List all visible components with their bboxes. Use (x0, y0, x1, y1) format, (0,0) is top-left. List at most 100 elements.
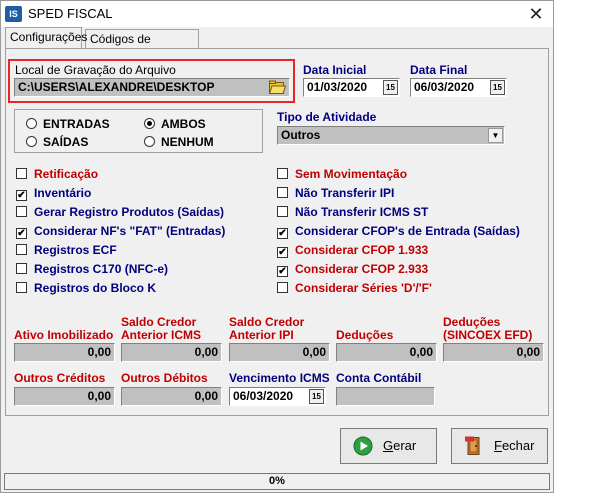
end-date-calendar-icon[interactable]: 15 (490, 80, 505, 95)
radio-ambos[interactable]: AMBOS (144, 117, 206, 131)
checkbox-left-4[interactable]: Registros ECF (16, 243, 117, 257)
checkbox-left-3[interactable]: ✔ Considerar NF's "FAT" (Entradas) (16, 224, 225, 239)
generate-button[interactable]: Gerar (340, 428, 437, 464)
checkbox-box (16, 244, 27, 255)
value-text: 0,00 (409, 345, 433, 359)
progress-text: 0% (269, 475, 285, 487)
checkbox-label: Inventário (34, 186, 92, 200)
checkbox-label: Registros do Bloco K (34, 281, 157, 295)
app-icon: IS (5, 6, 22, 22)
radio-saidas[interactable]: SAÍDAS (26, 135, 88, 149)
other-debits-input[interactable]: 0,00 (121, 387, 222, 406)
checkbox-right-4[interactable]: ✔ Considerar CFOP 1.933 (277, 243, 428, 258)
radio-entradas[interactable]: ENTRADAS (26, 117, 110, 131)
other-credits-value: 0,00 (87, 389, 111, 403)
radio-entradas-label: ENTRADAS (43, 117, 110, 131)
checkbox-label: Registros ECF (34, 243, 117, 257)
value-label-line2: Anterior IPI (229, 328, 294, 342)
value-input-0[interactable]: 0,00 (14, 343, 115, 362)
checkbox-box (277, 187, 288, 198)
file-location-label: Local de Gravação do Arquivo (15, 63, 176, 77)
checkbox-left-0[interactable]: Retificação (16, 167, 98, 181)
checkbox-left-5[interactable]: Registros C170 (NFC-e) (16, 262, 168, 276)
radio-ambos-label: AMBOS (161, 117, 206, 131)
file-location-value: C:\USERS\ALEXANDRE\DESKTOP (18, 80, 215, 94)
chevron-down-icon[interactable]: ▼ (488, 128, 503, 143)
checkbox-right-2[interactable]: Não Transferir ICMS ST (277, 205, 428, 219)
checkbox-box (277, 206, 288, 217)
tab-codigos-apuracao[interactable]: Códigos de Apuração (85, 29, 199, 64)
value-label-line2: Ativo Imobilizado (14, 328, 114, 342)
checkbox-right-1[interactable]: Não Transferir IPI (277, 186, 394, 200)
checkbox-label: Não Transferir ICMS ST (295, 205, 429, 219)
account-input[interactable] (336, 387, 435, 406)
value-label-line2: Anterior ICMS (121, 328, 202, 342)
check-mark-icon: ✔ (277, 247, 288, 258)
checkbox-right-0[interactable]: Sem Movimentação (277, 167, 407, 181)
end-date-label: Data Final (410, 63, 468, 77)
close-button-label: Fechar (494, 438, 534, 453)
title-bar: IS SPED FISCAL ✕ (1, 1, 553, 27)
generate-rest: erar (393, 438, 417, 453)
checkbox-label: Sem Movimentação (295, 167, 408, 181)
checkbox-box (16, 263, 27, 274)
checkbox-box (277, 282, 288, 293)
checkbox-right-3[interactable]: ✔ Considerar CFOP's de Entrada (Saídas) (277, 224, 520, 239)
icms-due-label: Vencimento ICMS (229, 371, 330, 385)
check-mark-icon: ✔ (277, 266, 288, 277)
checkbox-left-1[interactable]: ✔ Inventário (16, 186, 91, 201)
end-date-input[interactable]: 06/03/2020 15 (410, 78, 507, 97)
start-date-input[interactable]: 01/03/2020 15 (303, 78, 400, 97)
radio-saidas-dot (26, 136, 37, 147)
checkbox-label: Retificação (34, 167, 99, 181)
activity-type-label: Tipo de Atividade (277, 110, 377, 124)
checkbox-left-2[interactable]: Gerar Registro Produtos (Saídas) (16, 205, 224, 219)
activity-type-value: Outros (281, 128, 321, 142)
value-text: 0,00 (302, 345, 326, 359)
play-icon (353, 436, 373, 456)
value-input-1[interactable]: 0,00 (121, 343, 222, 362)
other-credits-label: Outros Créditos (14, 371, 106, 385)
checkbox-label: Considerar CFOP 2.933 (295, 262, 429, 276)
start-date-label: Data Inicial (303, 63, 367, 77)
checkbox-box (277, 168, 288, 179)
close-button[interactable]: Fechar (451, 428, 548, 464)
checkbox-label: Considerar CFOP's de Entrada (Saídas) (295, 224, 520, 238)
value-label-line1: Saldo Credor (121, 315, 197, 329)
checkbox-right-6[interactable]: Considerar Séries 'D'/'F' (277, 281, 432, 295)
value-text: 0,00 (194, 345, 218, 359)
checkbox-label: Não Transferir IPI (295, 186, 395, 200)
checkbox-label: Registros C170 (NFC-e) (34, 262, 169, 276)
other-credits-input[interactable]: 0,00 (14, 387, 115, 406)
checkbox-right-5[interactable]: ✔ Considerar CFOP 2.933 (277, 262, 428, 277)
end-date-value: 06/03/2020 (414, 80, 475, 94)
folder-open-icon[interactable] (269, 80, 286, 95)
radio-nenhum-dot (144, 136, 155, 147)
checkbox-label: Considerar CFOP 1.933 (295, 243, 429, 257)
window-title: SPED FISCAL (28, 6, 113, 21)
close-window-button[interactable]: ✕ (525, 3, 547, 25)
value-input-3[interactable]: 0,00 (336, 343, 437, 362)
file-location-input[interactable]: C:\USERS\ALEXANDRE\DESKTOP (14, 78, 290, 97)
checkbox-label: Gerar Registro Produtos (Saídas) (34, 205, 225, 219)
check-mark-icon: ✔ (277, 228, 288, 239)
checkbox-box (16, 282, 27, 293)
generate-mnemonic: G (383, 438, 394, 453)
tab-configuracoes[interactable]: Configurações (5, 27, 87, 48)
icms-due-input[interactable]: 06/03/2020 15 (229, 387, 326, 406)
value-input-4[interactable]: 0,00 (443, 343, 544, 362)
radio-nenhum[interactable]: NENHUM (144, 135, 214, 149)
icms-due-calendar-icon[interactable]: 15 (309, 389, 324, 404)
exit-door-icon (465, 436, 480, 455)
value-label-line1: Saldo Credor (229, 315, 305, 329)
value-input-2[interactable]: 0,00 (229, 343, 330, 362)
close-rest: echar (501, 438, 535, 453)
icms-due-value: 06/03/2020 (233, 389, 294, 403)
progress-bar: 0% (4, 473, 550, 490)
value-label-line1: Deduções (443, 315, 501, 329)
account-label: Conta Contábil (336, 371, 422, 385)
start-date-calendar-icon[interactable]: 15 (383, 80, 398, 95)
checkbox-left-6[interactable]: Registros do Bloco K (16, 281, 156, 295)
start-date-value: 01/03/2020 (307, 80, 368, 94)
activity-type-select[interactable]: Outros ▼ (277, 126, 505, 145)
